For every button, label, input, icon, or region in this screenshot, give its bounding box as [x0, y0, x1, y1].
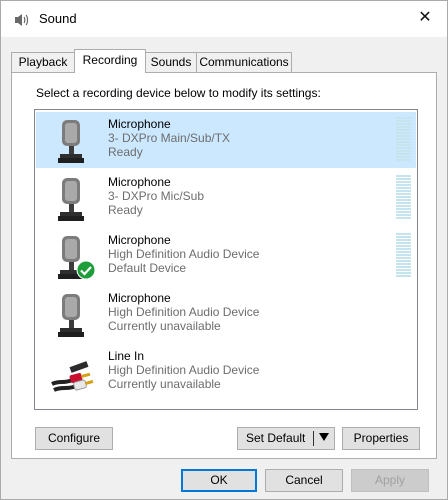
properties-button[interactable]: Properties [342, 427, 420, 450]
instruction-text: Select a recording device below to modif… [36, 86, 321, 100]
device-status: Default Device [108, 261, 187, 275]
device-status: Ready [108, 203, 143, 217]
device-item[interactable]: Microphone High Definition Audio Device … [36, 286, 416, 342]
device-status: Currently unavailable [108, 377, 221, 391]
level-meter [396, 233, 411, 279]
title-bar: Sound ✕ [1, 1, 447, 37]
device-item[interactable]: Microphone 3- DXPro Main/Sub/TX Ready [36, 112, 416, 168]
device-status: Ready [108, 145, 143, 159]
device-item[interactable]: Microphone High Definition Audio Device … [36, 228, 416, 284]
device-name: Microphone [108, 291, 171, 305]
device-description: 3- DXPro Main/Sub/TX [108, 131, 231, 145]
device-status: Currently unavailable [108, 319, 221, 333]
level-meter [396, 117, 411, 163]
tab-sounds[interactable]: Sounds [145, 52, 197, 72]
device-name: Line In [108, 349, 145, 363]
device-description: High Definition Audio Device [108, 363, 260, 377]
microphone-icon [58, 294, 84, 337]
split-divider [313, 431, 314, 446]
device-description: High Definition Audio Device [108, 247, 260, 261]
device-item[interactable]: Microphone 3- DXPro Mic/Sub Ready [36, 170, 416, 226]
window-title: Sound [39, 11, 77, 26]
device-name: Microphone [108, 175, 171, 189]
set-default-label[interactable]: Set Default [246, 428, 305, 449]
tab-playback[interactable]: Playback [11, 52, 75, 72]
cancel-button[interactable]: Cancel [265, 469, 343, 492]
default-check-icon [76, 260, 96, 280]
device-name: Microphone [108, 233, 171, 247]
level-meter [396, 175, 411, 221]
tab-recording[interactable]: Recording [74, 49, 146, 73]
ok-button[interactable]: OK [181, 469, 257, 492]
apply-button: Apply [351, 469, 429, 492]
device-description: High Definition Audio Device [108, 305, 260, 319]
tab-communications[interactable]: Communications [196, 52, 292, 72]
device-list[interactable]: Microphone 3- DXPro Main/Sub/TX Ready Mi… [34, 109, 418, 410]
speaker-icon [15, 14, 29, 26]
line-in-cable-icon [51, 361, 94, 392]
microphone-icon [58, 120, 84, 163]
device-item[interactable]: Line In High Definition Audio Device Cur… [36, 344, 416, 400]
device-name: Microphone [108, 117, 171, 131]
recording-panel: Select a recording device below to modif… [11, 72, 437, 459]
close-button[interactable]: ✕ [403, 1, 447, 33]
close-icon: ✕ [418, 9, 432, 26]
dropdown-arrow-icon[interactable] [319, 433, 329, 441]
microphone-icon [58, 178, 84, 221]
device-description: 3- DXPro Mic/Sub [108, 189, 205, 203]
sound-dialog: Sound ✕ Playback Recording Sounds Commun… [0, 0, 448, 500]
configure-button[interactable]: Configure [35, 427, 113, 450]
set-default-split-button[interactable]: Set Default [237, 427, 335, 450]
